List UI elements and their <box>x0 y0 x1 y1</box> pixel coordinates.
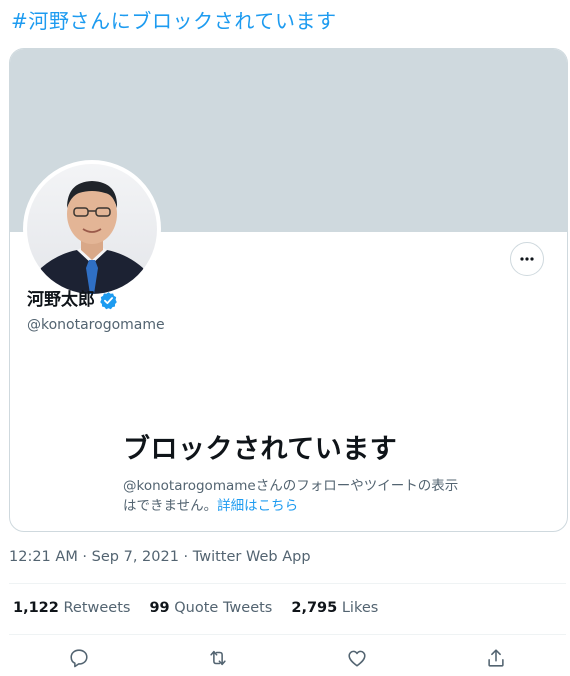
blocked-title: ブロックされています <box>123 434 398 465</box>
like-button[interactable] <box>342 643 372 673</box>
avatar[interactable] <box>23 160 161 298</box>
verified-badge-icon <box>100 291 117 309</box>
divider <box>9 583 566 584</box>
tweet-timestamp[interactable]: 12:21 AM · Sep 7, 2021 · Twitter Web App <box>9 547 311 567</box>
display-name: 河野太郎 <box>27 290 95 310</box>
divider <box>9 634 566 635</box>
quote-tweets-count: 99 <box>149 600 170 616</box>
share-button[interactable] <box>481 643 511 673</box>
like-icon <box>348 650 366 667</box>
tweet-stats: 1,122 Retweets 99 Quote Tweets 2,795 Lik… <box>13 598 397 618</box>
profile-handle: @konotarogomame <box>27 317 165 333</box>
likes-stat[interactable]: 2,795 Likes <box>291 598 378 618</box>
retweets-label: Retweets <box>63 600 131 616</box>
likes-label: Likes <box>341 600 379 616</box>
likes-count: 2,795 <box>291 600 338 616</box>
retweet-icon <box>210 650 226 666</box>
reply-icon <box>70 649 88 668</box>
retweets-count: 1,122 <box>13 600 59 616</box>
retweet-button[interactable] <box>203 643 233 673</box>
retweets-stat[interactable]: 1,122 Retweets <box>13 598 130 618</box>
more-icon <box>520 257 534 261</box>
more-options-button[interactable] <box>510 242 544 276</box>
tweet-actions <box>0 643 570 673</box>
quote-tweets-stat[interactable]: 99 Quote Tweets <box>149 598 272 618</box>
quote-tweets-label: Quote Tweets <box>174 600 273 616</box>
profile-card: 河野太郎 @konotarogomame ブロックされています @konotar… <box>9 48 568 532</box>
avatar-photo <box>27 164 157 294</box>
reply-button[interactable] <box>64 643 94 673</box>
learn-more-link[interactable]: 詳細はこちら <box>217 498 298 514</box>
share-icon <box>488 649 504 667</box>
display-name-row: 河野太郎 <box>27 289 118 311</box>
blocked-description: @konotarogomameさんのフォローやツイートの表示はできません。詳細は… <box>123 476 463 516</box>
hashtag-text[interactable]: #河野さんにブロックされています <box>11 6 337 36</box>
